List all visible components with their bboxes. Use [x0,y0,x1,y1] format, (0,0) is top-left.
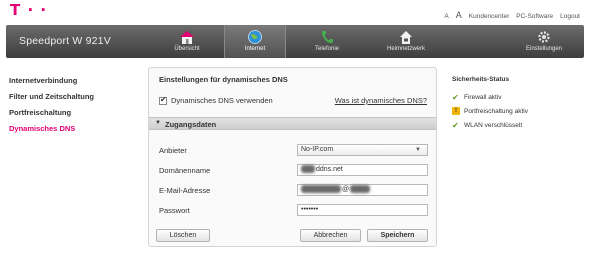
phone-icon [319,30,335,44]
email-label: E-Mail-Adresse [159,186,211,195]
domain-label: Domänenname [159,166,211,175]
use-ddns-checkbox[interactable] [159,95,167,105]
status-label: Portfreischaltung aktiv [464,107,528,115]
nav-tab-telefonie[interactable]: Telefonie [296,25,358,58]
font-larger-link[interactable]: A [456,10,462,20]
nav-tab-label: Einstellungen [525,46,563,52]
status-item-portfreischaltung: ! Portfreischaltung aktiv [452,104,582,118]
use-ddns-label: Dynamisches DNS verwenden [171,96,273,105]
use-ddns-checkbox-row[interactable]: Dynamisches DNS verwenden [159,95,273,105]
globe-icon [247,30,263,44]
sidebar-item-dynamisches-dns[interactable]: Dynamisches DNS [9,123,139,139]
save-button[interactable]: Speichern [367,229,428,242]
email-input[interactable]: @ [297,184,428,196]
redacted-text [301,185,341,194]
security-status: Sicherheits-Status ✔ Firewall aktiv ! Po… [452,76,582,132]
ddns-settings-panel: Einstellungen für dynamisches DNS Dynami… [148,67,437,247]
sidebar-item-portfreischaltung[interactable]: Portfreischaltung [9,107,139,123]
zugangsdaten-section-header[interactable]: ▼ Zugangsdaten [149,117,436,130]
device-name: Speedport W 921V [19,35,111,47]
nav-tab-einstellungen[interactable]: Einstellungen [514,25,574,58]
top-bar: T · · A A Kundencenter PC-Software Logou… [0,0,590,25]
nav-tab-label: Heimnetzwerk [386,46,425,52]
email-value: @ [342,186,350,193]
gear-icon [536,30,552,44]
sidebar-menu: Internetverbindung Filter und Zeitschalt… [9,75,139,139]
logout-link[interactable]: Logout [560,13,580,20]
provider-value: No-IP.com [301,146,334,153]
sidebar-item-filter-zeitschaltung[interactable]: Filter und Zeitschaltung [9,91,139,107]
provider-select[interactable]: No-IP.com ▼ [297,144,428,156]
security-status-title: Sicherheits-Status [452,76,510,83]
nav-tab-internet[interactable]: Internet [224,25,286,58]
delete-button[interactable]: Löschen [156,229,210,242]
house-network-icon [398,30,414,44]
panel-title: Einstellungen für dynamisches DNS [159,75,288,84]
check-icon: ✔ [452,92,459,102]
main-navbar: Speedport W 921V Übersicht Internet Tele… [6,25,584,58]
provider-label: Anbieter [159,146,187,155]
nav-tab-label: Internet [244,46,266,52]
section-title: Zugangsdaten [165,120,217,129]
nav-tab-label: Übersicht [174,46,200,52]
sidebar-item-internetverbindung[interactable]: Internetverbindung [9,75,139,91]
telekom-logo[interactable]: T · · [10,3,47,18]
password-label: Passwort [159,206,190,215]
kundencenter-link[interactable]: Kundencenter [469,13,509,20]
warning-icon: ! [452,107,460,115]
ddns-help-link[interactable]: Was ist dynamisches DNS? [335,96,427,105]
top-links: A A Kundencenter PC-Software Logout [444,10,580,20]
redacted-text [301,165,315,174]
pc-software-link[interactable]: PC-Software [516,13,553,20]
nav-tab-uebersicht[interactable]: Übersicht [156,25,218,58]
nav-tab-label: Telefonie [314,46,340,52]
status-item-wlan: ✔ WLAN verschlüsselt [452,118,582,132]
status-label: WLAN verschlüsselt [464,121,523,129]
check-icon: ✔ [452,120,459,130]
status-item-firewall: ✔ Firewall aktiv [452,90,582,104]
status-label: Firewall aktiv [464,93,502,101]
font-smaller-link[interactable]: A [444,13,448,20]
password-input[interactable]: ••••••• [297,204,428,216]
home-icon [179,30,195,44]
nav-tab-heimnetzwerk[interactable]: Heimnetzwerk [366,25,446,58]
domain-value: ddns.net [316,166,343,173]
redacted-text [350,185,371,194]
collapse-triangle-icon: ▼ [155,120,161,126]
domain-input[interactable]: ddns.net [297,164,428,176]
cancel-button[interactable]: Abbrechen [300,229,361,242]
chevron-down-icon: ▼ [415,147,421,153]
